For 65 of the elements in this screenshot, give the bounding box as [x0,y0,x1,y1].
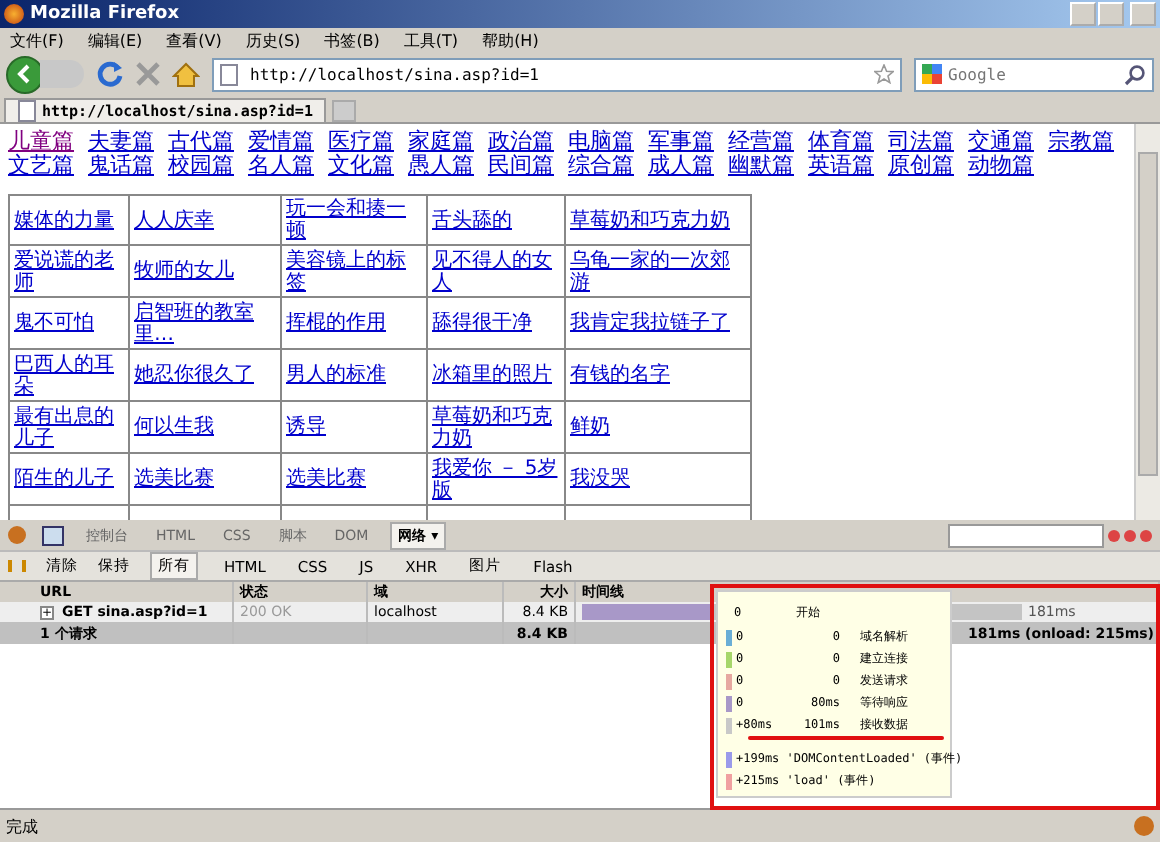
menu-item[interactable]: 帮助(H) [482,29,539,51]
article-link[interactable]: 鲜奶 [570,416,610,438]
category-link[interactable]: 宗教篇 [1048,128,1114,154]
category-link[interactable]: 儿童篇 [8,128,74,154]
star-icon[interactable] [874,64,894,84]
category-link[interactable]: 民间篇 [488,152,554,178]
address-input[interactable]: http://localhost/sina.asp?id=1 [250,65,868,83]
stop-icon[interactable] [136,62,160,86]
menu-item[interactable]: 历史(S) [245,29,301,51]
category-link[interactable]: 成人篇 [648,152,714,178]
status-text: 完成 [6,815,40,837]
bug-icon[interactable] [1134,816,1154,836]
close-button[interactable] [1130,2,1156,26]
address-field[interactable]: http://localhost/sina.asp?id=1 [212,57,902,91]
pause-icon[interactable] [8,560,26,572]
search-field[interactable] [948,523,1104,547]
google-icon [922,64,942,84]
category-link[interactable]: 名人篇 [248,152,314,178]
home-icon[interactable] [172,61,200,87]
detach-button[interactable] [1124,529,1136,541]
category-link[interactable]: 政治篇 [488,128,554,154]
category-link[interactable]: 军事篇 [648,128,714,154]
menu-item[interactable]: 查看(V) [166,29,222,51]
menu-item[interactable]: 书签(B) [324,29,380,51]
category-link[interactable]: 司法篇 [888,128,954,154]
category-link[interactable]: 动物篇 [968,152,1034,178]
window-title: Mozilla Firefox [30,4,182,24]
minimize-button[interactable] [1108,529,1120,541]
minimize-button[interactable] [1070,2,1096,26]
category-link[interactable]: 家庭篇 [408,128,474,154]
category-link[interactable]: 校园篇 [168,152,234,178]
new-tab-button[interactable] [332,100,357,122]
category-link[interactable]: 鬼话篇 [88,152,154,178]
article-link[interactable]: 诱导 [286,416,326,438]
category-link[interactable]: 综合篇 [568,152,634,178]
category-link[interactable]: 古代篇 [168,128,234,154]
inspect-icon[interactable] [42,525,64,545]
category-link[interactable]: 医疗篇 [328,128,394,154]
back-button[interactable] [6,55,44,93]
category-link[interactable]: 交通篇 [968,128,1034,154]
firefox-icon [4,4,24,24]
search-field[interactable]: Google [914,57,1154,91]
category-link[interactable]: 夫妻篇 [88,128,154,154]
close-button[interactable] [1140,529,1152,541]
article-link[interactable]: 我没哭 [570,468,630,490]
category-link[interactable]: 幽默篇 [728,152,794,178]
category-link[interactable]: 文化篇 [328,152,394,178]
category-link[interactable]: 经营篇 [728,128,794,154]
category-link[interactable]: 原创篇 [888,152,954,178]
menu-item[interactable]: 文件(F) [10,29,64,51]
page-icon [220,63,238,85]
reload-icon[interactable] [96,60,124,88]
search-icon[interactable] [1124,63,1146,85]
category-link[interactable]: 爱情篇 [248,128,314,154]
scrollbar[interactable] [1134,124,1160,520]
bug-icon[interactable] [8,526,26,544]
category-link[interactable]: 体育篇 [808,128,874,154]
category-link[interactable]: 文艺篇 [8,152,74,178]
maximize-button[interactable] [1098,2,1124,26]
menu-item[interactable]: 工具(T) [403,29,459,51]
category-link[interactable]: 电脑篇 [568,128,634,154]
category-link[interactable]: 英语篇 [808,152,874,178]
search-input[interactable]: Google [948,65,1118,83]
menu-item[interactable]: 编辑(E) [87,29,143,51]
category-link[interactable]: 愚人篇 [408,152,474,178]
